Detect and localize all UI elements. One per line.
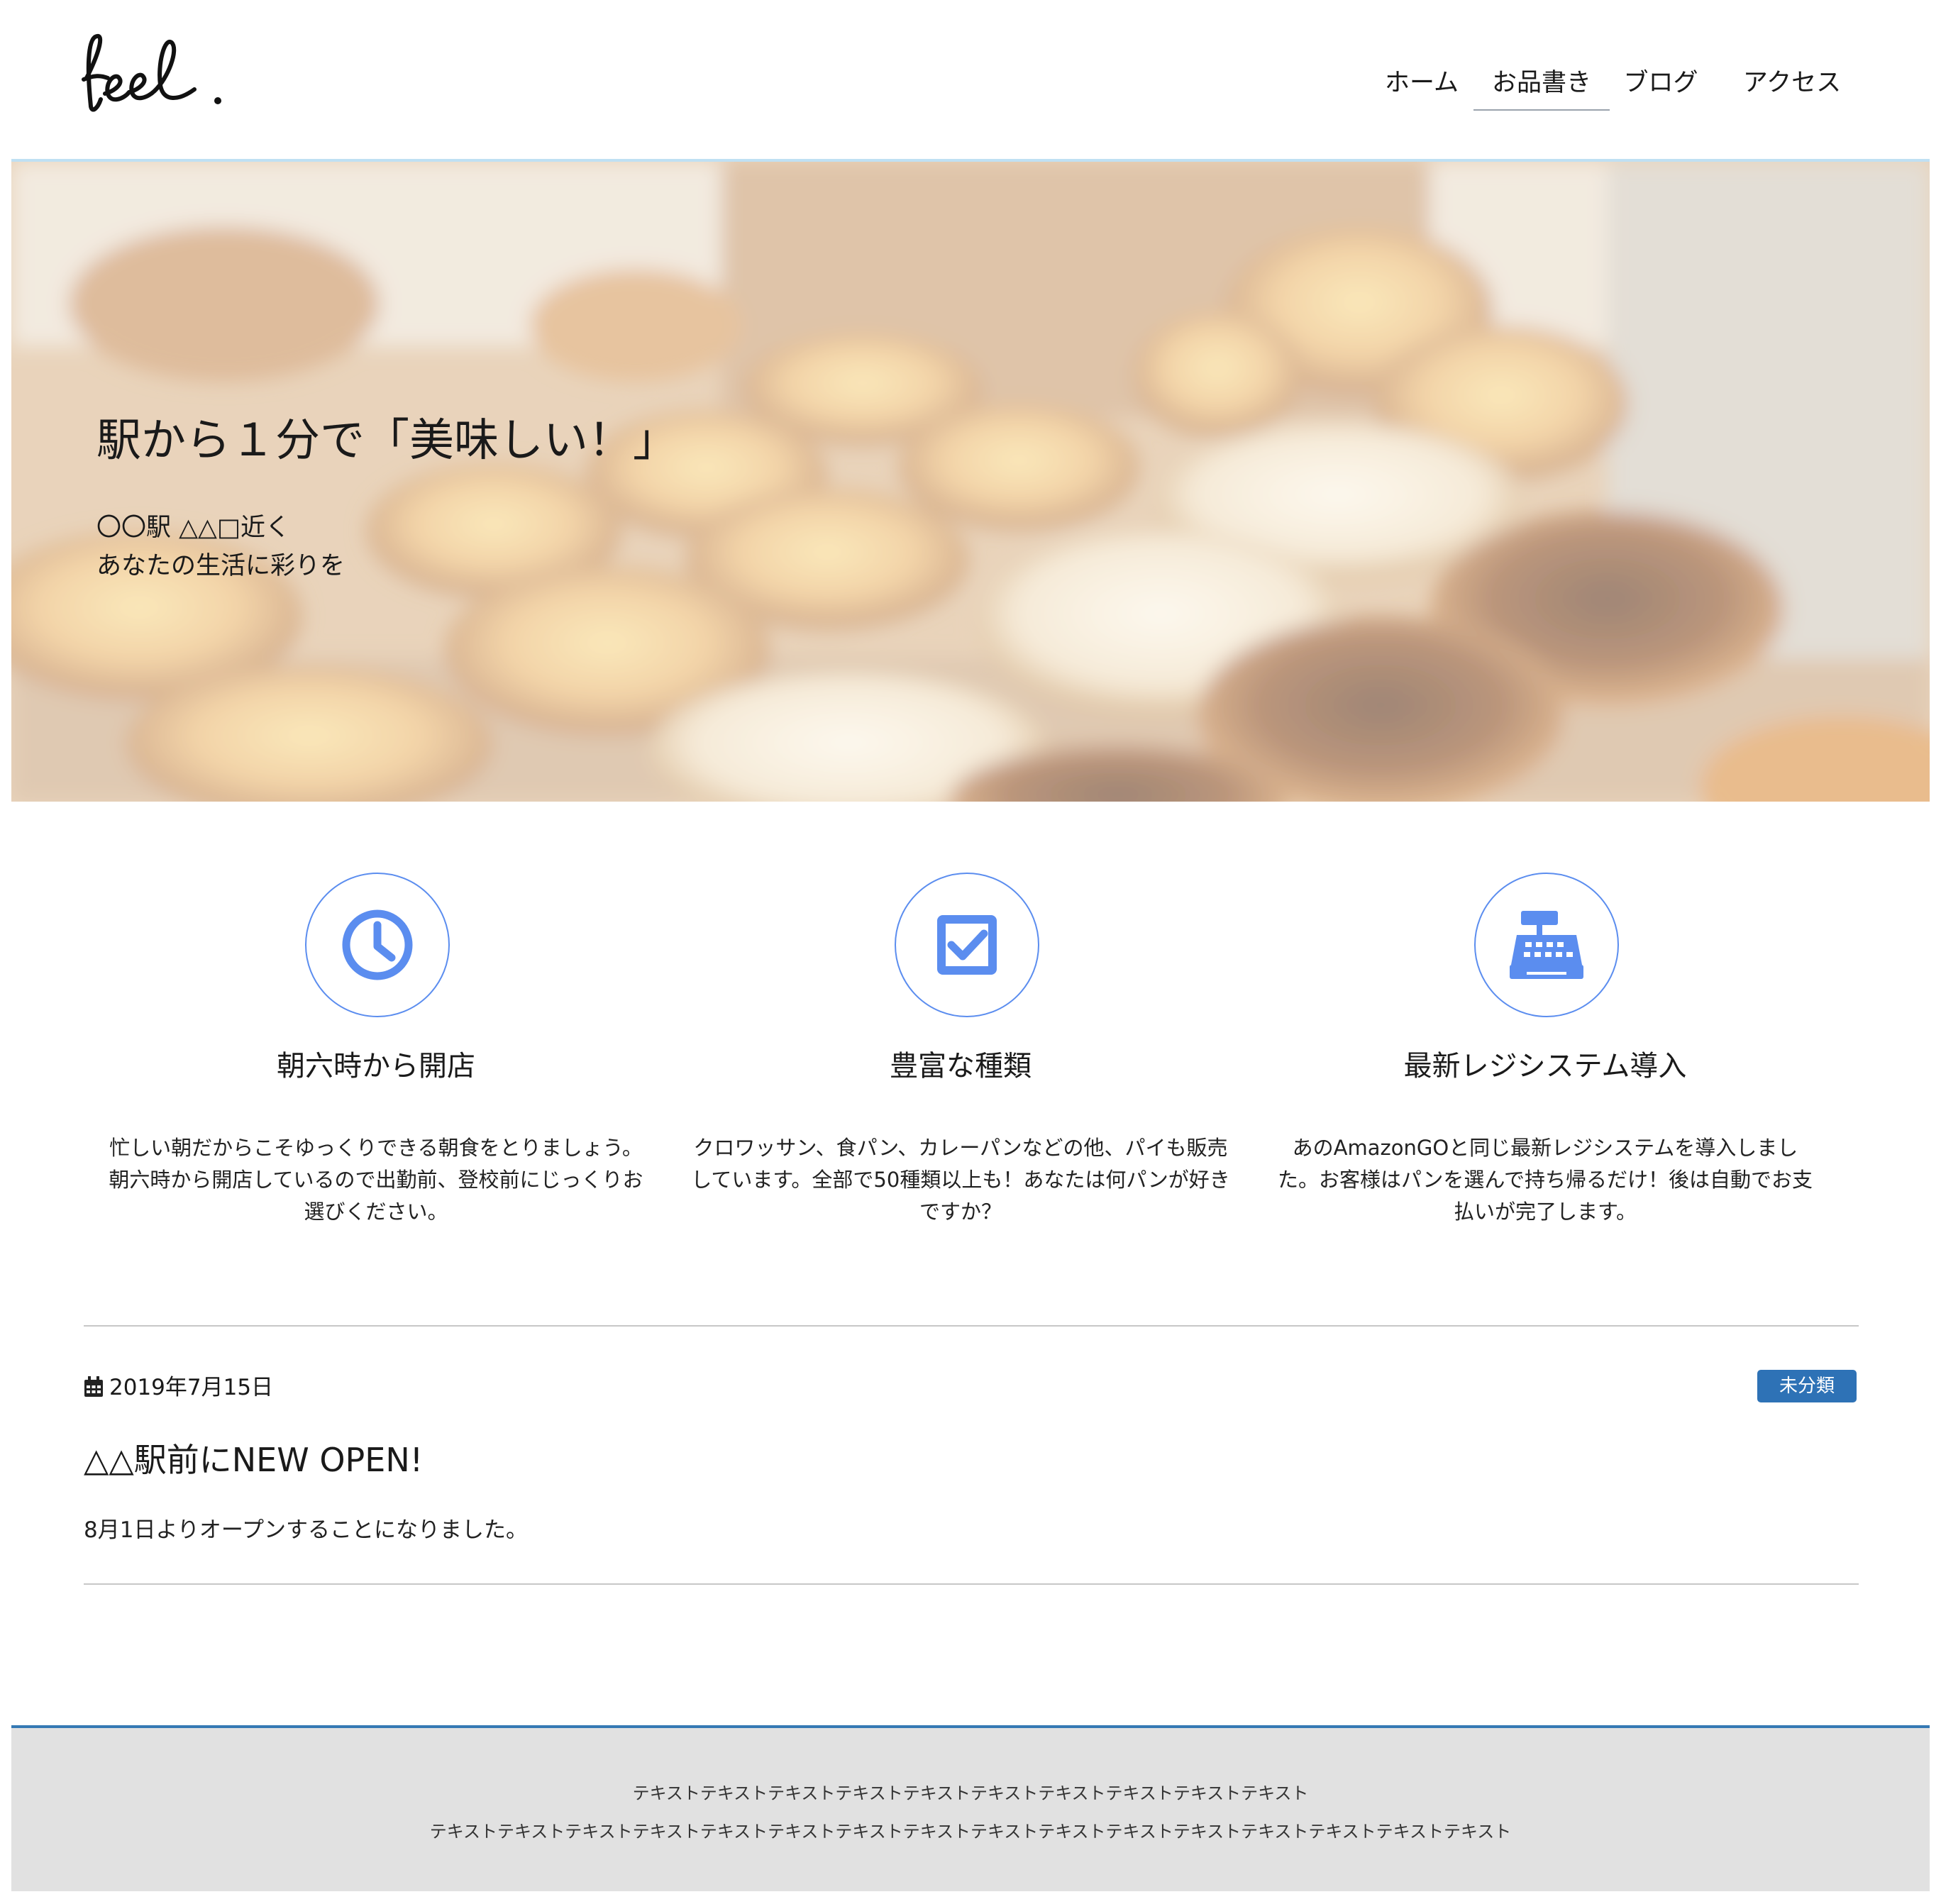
checkbox-icon-circle	[895, 873, 1039, 1017]
site-footer: テキストテキストテキストテキストテキストテキストテキストテキストテキストテキスト…	[11, 1728, 1930, 1891]
nav-item-blog[interactable]: ブログ	[1615, 57, 1707, 109]
post-bottom-divider	[84, 1583, 1859, 1585]
post-title[interactable]: △△駅前にNEW OPEN!	[84, 1434, 423, 1481]
post-date-text: 2019年7月15日	[109, 1375, 274, 1400]
post-body: 8月1日よりオープンすることになりました。	[84, 1517, 528, 1543]
category-badge[interactable]: 未分類	[1757, 1370, 1857, 1402]
checkbox-icon	[937, 915, 997, 975]
hero-title: 駅から１分で「美味しい！」	[96, 414, 678, 466]
hero-subtitle-line1: 〇〇駅 △△□近く	[96, 514, 291, 542]
footer-text-line1: テキストテキストテキストテキストテキストテキストテキストテキストテキストテキスト	[632, 1783, 1309, 1803]
cash-register-icon-circle	[1474, 873, 1619, 1017]
post-top-divider	[84, 1325, 1859, 1327]
hero-banner: 駅から１分で「美味しい！」 〇〇駅 △△□近く あなたの生活に彩りを	[11, 162, 1930, 802]
site-logo[interactable]	[79, 28, 236, 121]
nav-item-access[interactable]: アクセス	[1735, 57, 1849, 109]
cash-register-icon	[1510, 911, 1583, 979]
feature-text: クロワッサン、食パン、カレーパンなどの他、パイも販売しています。全部で50種類以…	[691, 1136, 1230, 1224]
feel-logo-icon	[82, 33, 221, 112]
feature-text: あのAmazonGOと同じ最新レジシステムを導入しました。お客様はパンを選んで持…	[1277, 1136, 1813, 1224]
feature-title: 朝六時から開店	[277, 1050, 475, 1083]
calendar-icon	[84, 1376, 103, 1397]
feature-title: 豊富な種類	[890, 1050, 1032, 1083]
hero-subtitle: 〇〇駅 △△□近く あなたの生活に彩りを	[96, 509, 345, 585]
hero-subtitle-line2: あなたの生活に彩りを	[96, 552, 345, 580]
nav-item-home[interactable]: ホーム	[1373, 57, 1470, 109]
site-header: ホーム お品書き ブログ アクセス	[0, 0, 1941, 162]
feature-title: 最新レジシステム導入	[1403, 1050, 1687, 1083]
pastry-background-image	[11, 162, 1930, 802]
clock-icon-circle	[305, 873, 450, 1017]
nav-item-menu[interactable]: お品書き	[1473, 57, 1610, 111]
clock-icon	[342, 909, 413, 980]
post-date: 2019年7月15日	[84, 1369, 273, 1401]
footer-text-line2: テキストテキストテキストテキストテキストテキストテキストテキストテキストテキスト…	[429, 1822, 1512, 1842]
feature-text: 忙しい朝だからこそゆっくりできる朝食をとりましょう。朝六時から開店しているので出…	[109, 1136, 643, 1224]
